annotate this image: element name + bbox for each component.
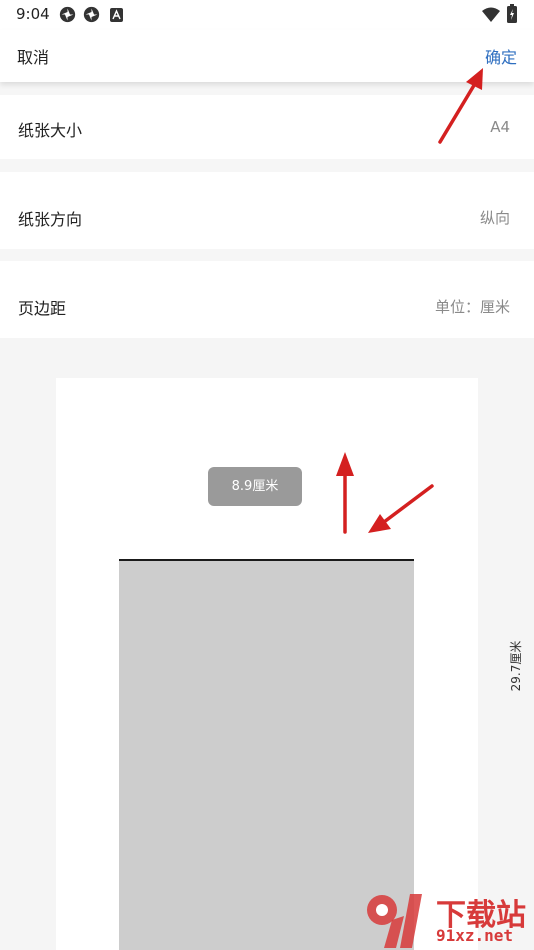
margins-unit: 单位：厘米 [434,298,510,316]
orientation-row[interactable]: 纸张方向 纵向 [0,172,534,249]
watermark-url: 91xz.net [436,926,514,945]
font-a-icon [110,7,123,26]
paper-preview: 8.9厘米 29.7厘米 [56,378,523,950]
margins-row: 页边距 单位：厘米 [0,261,534,338]
margins-label: 页边距 [18,299,67,318]
status-bar: 9:04 [0,0,534,30]
paper-size-value: A4 [490,118,510,136]
margin-preview-area: 8.9厘米 29.7厘米 [0,338,534,950]
pinwheel-icon [83,6,100,27]
battery-icon [507,4,517,27]
orientation-label: 纸张方向 [18,210,83,229]
paper-height-label: 29.7厘米 [509,640,523,692]
top-margin-handle[interactable] [119,559,414,561]
paper-size-label: 纸张大小 [18,121,83,140]
status-time: 9:04 [16,5,50,23]
confirm-button[interactable]: 确定 [485,44,517,68]
top-toolbar: 取消 确定 [0,30,534,82]
margin-value-tooltip: 8.9厘米 [208,467,302,506]
cancel-button[interactable]: 取消 [17,44,49,68]
wifi-icon [482,7,500,26]
orientation-value: 纵向 [479,209,510,227]
site-watermark: 下载站 91xz.net [362,886,534,950]
watermark-logo-icon [367,894,422,948]
paper-size-row[interactable]: 纸张大小 A4 [0,95,534,159]
pinwheel-icon [59,6,76,27]
